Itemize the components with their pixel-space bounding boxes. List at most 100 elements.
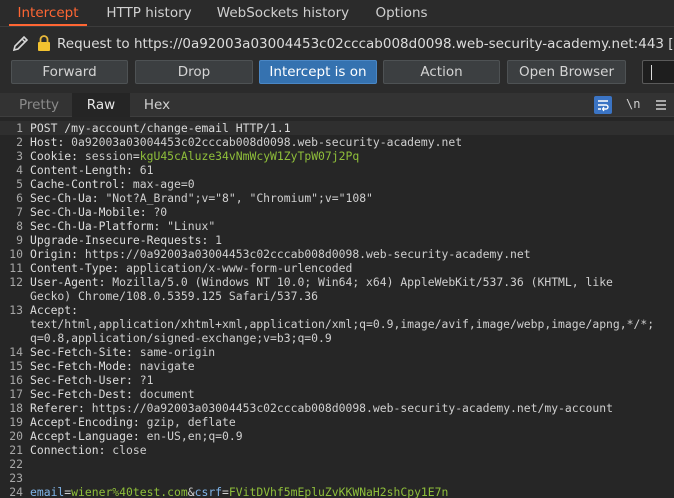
header-name: Sec-Ch-Ua [30, 191, 92, 205]
header-value: en-US,en;q=0.9 [146, 429, 243, 443]
tab-websockets-history[interactable]: WebSockets history [213, 0, 353, 26]
line-text: email=wiener%40test.com&csrf=FVitDVhf5mE… [30, 485, 448, 498]
editor-line: 13 Accept: [0, 303, 674, 317]
pencil-icon[interactable] [11, 33, 31, 53]
header-value: document [139, 387, 195, 401]
header-value: https://0a92003a03004453c02cccab008d0098… [84, 247, 531, 261]
editor-line: 7 Sec-Ch-Ua-Mobile: ?0 [0, 205, 674, 219]
line-text: Sec-Ch-Ua-Platform: "Linux" [30, 219, 215, 233]
header-name: Content-Length [30, 163, 127, 177]
line-text: Sec-Fetch-User: ?1 [30, 373, 153, 387]
text-caret [651, 65, 652, 80]
header-separator: : [126, 163, 133, 177]
param-name: email [30, 485, 65, 498]
header-separator: : [119, 177, 127, 191]
editor-line: 21 Connection: close [0, 443, 674, 457]
line-text: Content-Length: 61 [30, 163, 153, 177]
cookie-value: kgU45cAluze34vNmWcyW1ZyTpW07j2Pq [139, 149, 360, 163]
line-text: Origin: https://0a92003a03004453c02cccab… [30, 247, 531, 261]
header-name: Sec-Fetch-User [30, 373, 127, 387]
line-number: 20 [9, 429, 23, 443]
intercept-toggle-button[interactable]: Intercept is on [259, 60, 377, 84]
header-separator: : [71, 247, 79, 261]
tab-http-history[interactable]: HTTP history [101, 0, 197, 26]
editor-line: Gecko) Chrome/108.0.5359.125 Safari/537.… [0, 289, 674, 303]
open-browser-button[interactable]: Open Browser [507, 60, 626, 84]
proxy-tab-bar: Intercept HTTP history WebSockets histor… [0, 0, 674, 27]
line-number: 11 [9, 261, 23, 275]
header-name: Upgrade-Insecure-Requests [30, 233, 202, 247]
line-text: Accept-Encoding: gzip, deflate [30, 415, 236, 429]
hamburger-menu-icon[interactable] [652, 96, 670, 114]
line-number: 3 [16, 149, 23, 163]
header-name: Host [30, 135, 58, 149]
search-field[interactable] [642, 60, 674, 84]
line-number: 8 [16, 219, 23, 233]
line-text: Connection: close [30, 443, 147, 457]
editor-line: 10 Origin: https://0a92003a03004453c02ccc… [0, 247, 674, 261]
header-separator: : [126, 387, 133, 401]
header-name: Cookie [30, 149, 72, 163]
editor-line: 16 Sec-Fetch-User: ?1 [0, 373, 674, 387]
header-value: navigate [139, 359, 195, 373]
tab-options[interactable]: Options [368, 0, 435, 26]
line-number: 1 [16, 121, 23, 135]
word-wrap-icon[interactable] [594, 96, 612, 114]
line-text: Sec-Ch-Ua: "Not?A_Brand";v="8", "Chromiu… [30, 191, 373, 205]
header-value-continuation: text/html,application/xhtml+xml,applicat… [30, 317, 655, 331]
header-name: Connection [30, 443, 99, 457]
editor-line: 8 Sec-Ch-Ua-Platform: "Linux" [0, 219, 674, 233]
editor-line: 6 Sec-Ch-Ua: "Not?A_Brand";v="8", "Chromi… [0, 191, 674, 205]
header-value: "Not?A_Brand";v="8", "Chromium";v="108" [105, 191, 373, 205]
header-value: close [112, 443, 147, 457]
tab-intercept[interactable]: Intercept [9, 0, 87, 26]
request-line: POST /my-account/change-email HTTP/1.1 [30, 121, 291, 135]
header-value: Mozilla/5.0 (Windows NT 10.0; Win64; x64… [112, 275, 613, 289]
header-name: User-Agent [30, 275, 99, 289]
tab-raw[interactable]: Raw [72, 93, 130, 117]
tab-hex[interactable]: Hex [133, 93, 181, 117]
line-number: 17 [9, 387, 23, 401]
line-number: 9 [16, 233, 23, 247]
editor-line: 24 email=wiener%40test.com&csrf=FVitDVhf5… [0, 485, 674, 498]
editor-line: 9 Upgrade-Insecure-Requests: 1 [0, 233, 674, 247]
header-name: Content-Type [30, 261, 113, 275]
line-text: Cookie: session=kgU45cAluze34vNmWcyW1ZyT… [30, 149, 359, 163]
header-value: 0a92003a03004453c02cccab008d0098.web-sec… [71, 135, 463, 149]
drop-button[interactable]: Drop [135, 60, 253, 84]
header-separator: : [139, 205, 147, 219]
param-name: csrf [194, 485, 223, 498]
line-number: 24 [9, 485, 23, 498]
action-button[interactable]: Action [383, 60, 500, 84]
line-text: POST /my-account/change-email HTTP/1.1 [30, 121, 291, 135]
param-separator: & [187, 485, 195, 498]
header-name: Sec-Ch-Ua-Platform [30, 219, 154, 233]
header-separator: : [132, 415, 140, 429]
line-text: Sec-Fetch-Dest: document [30, 387, 195, 401]
line-text: Sec-Fetch-Site: same-origin [30, 345, 215, 359]
editor-line: 2 Host: 0a92003a03004453c02cccab008d0098.… [0, 135, 674, 149]
line-number: 4 [16, 163, 23, 177]
header-value-continuation: Gecko) Chrome/108.0.5359.125 Safari/537.… [30, 289, 319, 303]
header-separator: : [91, 191, 99, 205]
line-number: 13 [9, 303, 23, 317]
raw-request-editor[interactable]: 1 POST /my-account/change-email HTTP/1.1 2… [0, 117, 674, 498]
newline-toggle[interactable]: \n [626, 93, 640, 115]
tab-pretty[interactable]: Pretty [10, 93, 68, 117]
header-name: Accept-Language [30, 429, 133, 443]
line-text: Host: 0a92003a03004453c02cccab008d0098.w… [30, 135, 462, 149]
header-name: Origin [30, 247, 72, 261]
line-number: 18 [9, 401, 23, 415]
editor-line: 12 User-Agent: Mozilla/5.0 (Windows NT 10… [0, 275, 674, 289]
line-text: Accept-Language: en-US,en;q=0.9 [30, 429, 243, 443]
editor-line: 5 Cache-Control: max-age=0 [0, 177, 674, 191]
editor-line: 15 Sec-Fetch-Mode: navigate [0, 359, 674, 373]
forward-button[interactable]: Forward [11, 60, 128, 84]
line-number: 7 [16, 205, 23, 219]
header-separator: : [71, 303, 79, 317]
